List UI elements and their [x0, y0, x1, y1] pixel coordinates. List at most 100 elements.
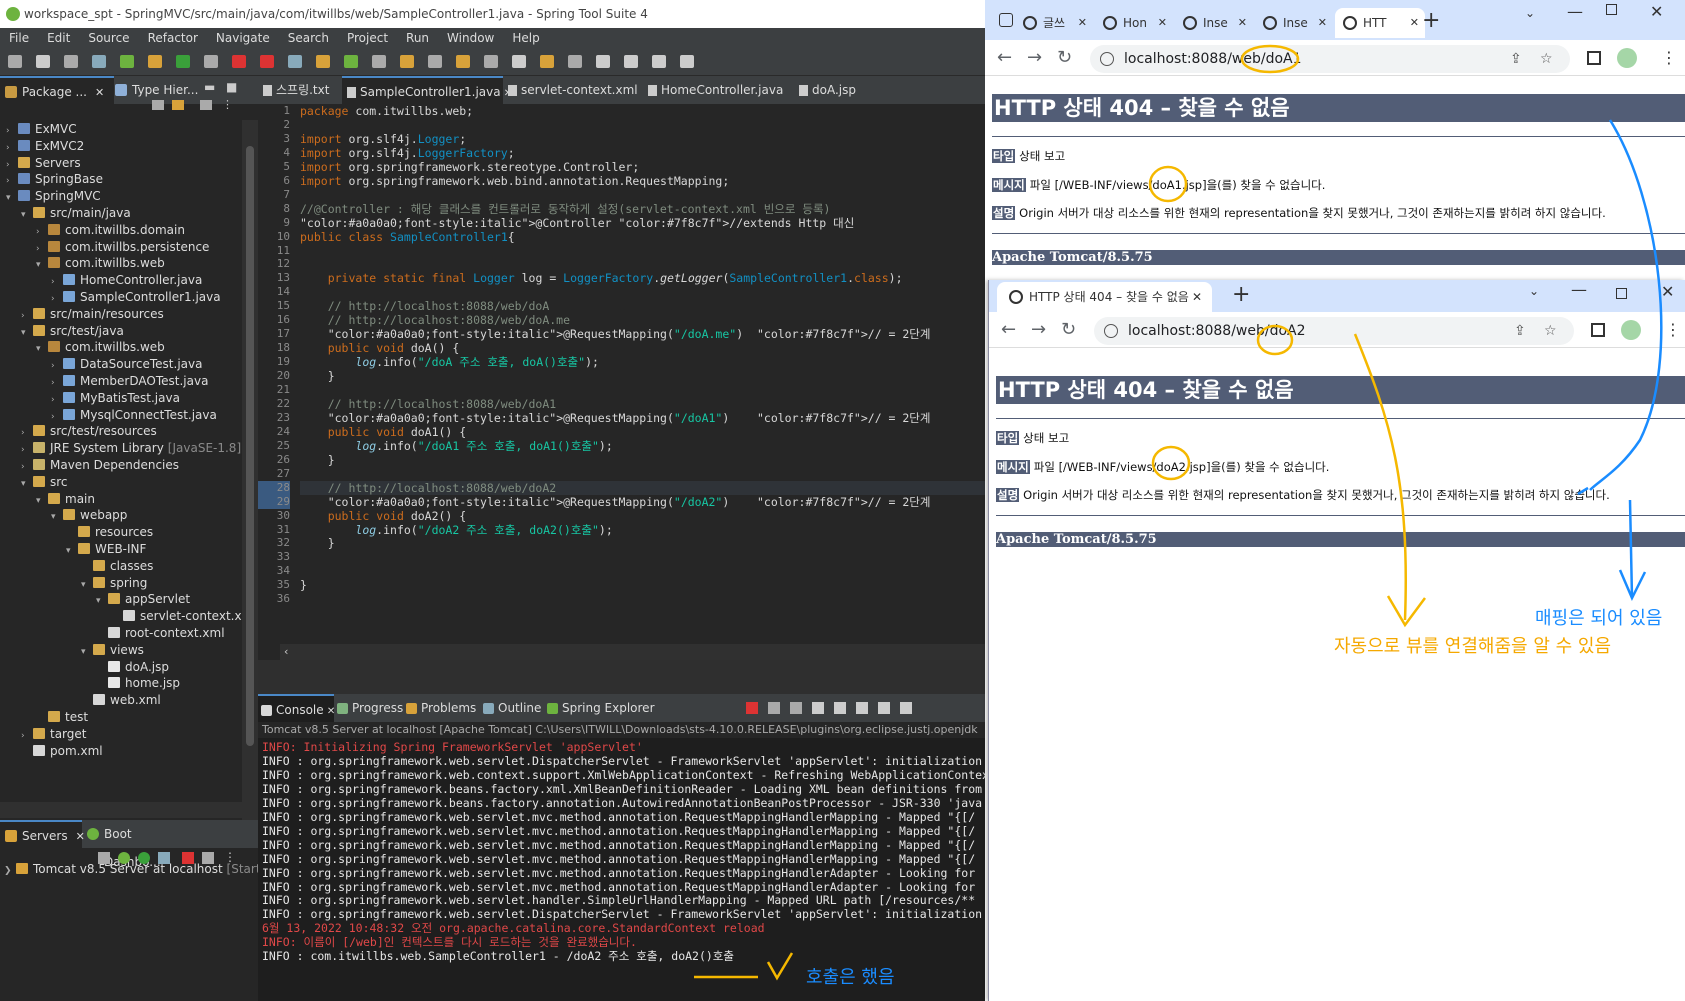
chevron-down-icon[interactable]: ▾: [81, 643, 93, 661]
editor-tab[interactable]: SampleController1.java ✕: [342, 76, 512, 104]
new-tab-icon[interactable]: +: [1232, 282, 1250, 307]
tab-list-icon[interactable]: ⌄: [1525, 6, 1535, 20]
console-toolbar-button[interactable]: [790, 702, 802, 714]
toolbar-button[interactable]: [64, 55, 78, 68]
browser-tab[interactable]: Hon ✕: [1095, 8, 1173, 38]
menu-item[interactable]: Help: [503, 28, 548, 48]
tree-scroll-thumb[interactable]: [246, 146, 254, 746]
chevron-down-icon[interactable]: ▾: [36, 256, 48, 274]
console-tab[interactable]: Progress: [334, 694, 403, 722]
tree-item[interactable]: ▾ spring: [81, 574, 147, 592]
more-menu-icon[interactable]: ⋮: [1661, 48, 1677, 67]
minimize-window-icon[interactable]: —: [1567, 2, 1583, 21]
chevron-down-icon[interactable]: ▾: [21, 324, 33, 342]
tree-item[interactable]: › HomeController.java: [51, 271, 202, 289]
toolbar-button[interactable]: [92, 55, 106, 68]
toolbar-button[interactable]: [484, 55, 498, 68]
toolbar-button[interactable]: [624, 55, 638, 68]
toolbar-button[interactable]: [148, 55, 162, 68]
forward-icon[interactable]: →: [1027, 49, 1042, 67]
toolbar-button[interactable]: [652, 55, 666, 68]
menu-item[interactable]: Navigate: [207, 28, 279, 48]
toolbar-button[interactable]: [36, 55, 50, 68]
tree-item[interactable]: › ExMVC: [6, 120, 77, 138]
code-area[interactable]: package com.itwillbs.web; import org.slf4…: [300, 104, 985, 644]
toolbar-button[interactable]: [204, 55, 218, 68]
tree-item[interactable]: servlet-context.xml: [111, 607, 242, 625]
menu-item[interactable]: Window: [438, 28, 503, 48]
console-toolbar-button[interactable]: [834, 702, 846, 714]
tree-item[interactable]: › SpringBase: [6, 170, 103, 188]
console-toolbar-button[interactable]: [856, 702, 868, 714]
chevron-right-icon[interactable]: ❯: [4, 862, 16, 880]
forward-icon[interactable]: →: [1031, 321, 1046, 339]
menu-item[interactable]: Refactor: [139, 28, 207, 48]
chevron-down-icon[interactable]: ▾: [21, 475, 33, 493]
back-icon[interactable]: ←: [1001, 321, 1016, 339]
close-tab-icon[interactable]: ✕: [1078, 8, 1087, 38]
chevron-down-icon[interactable]: ▾: [21, 206, 33, 224]
close-tab-icon[interactable]: ✕: [1158, 8, 1167, 38]
toolbar-button[interactable]: [372, 55, 386, 68]
back-icon[interactable]: ←: [997, 49, 1012, 67]
editor-tab[interactable]: HomeController.java: [643, 76, 794, 104]
tree-item[interactable]: › Servers: [6, 154, 81, 172]
avatar[interactable]: [1617, 48, 1637, 68]
chevron-down-icon[interactable]: ▾: [6, 189, 18, 207]
menu-item[interactable]: Edit: [38, 28, 79, 48]
avatar[interactable]: [1621, 320, 1641, 340]
address-bar[interactable]: localhost:8088/web/doA1 ⇪ ☆: [1090, 45, 1570, 73]
sidebar-icon[interactable]: [1587, 51, 1601, 65]
toolbar-button[interactable]: [512, 55, 526, 68]
maximize-icon[interactable]: ■: [226, 80, 237, 94]
close-tab-icon[interactable]: ✕: [1410, 8, 1419, 38]
editor-tab[interactable]: doA.jsp: [794, 76, 874, 104]
tree-item[interactable]: ▾ com.itwillbs.web: [36, 254, 165, 272]
toolbar-button[interactable]: [260, 55, 274, 68]
minimize-icon[interactable]: ▬: [204, 80, 215, 94]
tree-item[interactable]: › MysqlConnectTest.java: [51, 406, 217, 424]
chevron-down-icon[interactable]: ▾: [51, 508, 63, 526]
tree-item[interactable]: › JRE System Library [JavaSE-1.8]: [21, 439, 241, 457]
share-icon[interactable]: ⇪: [1510, 45, 1522, 73]
tree-item[interactable]: › src/main/resources: [21, 305, 164, 323]
tree-item[interactable]: ▾ WEB-INF: [66, 540, 146, 558]
site-info-icon[interactable]: [1104, 324, 1118, 338]
toolbar-button[interactable]: [176, 55, 190, 68]
tree-item[interactable]: ▾ appServlet: [96, 590, 190, 608]
toolbar-button[interactable]: [8, 55, 22, 68]
tree-item[interactable]: ▾ com.itwillbs.web: [36, 338, 165, 356]
server-item[interactable]: ❯ Tomcat v8.5 Server at localhost [Starte…: [4, 860, 276, 878]
browser-tab-active[interactable]: HTTP 상태 404 – 찾을 수 없음 ✕: [997, 282, 1212, 312]
chevron-down-icon[interactable]: ▾: [36, 492, 48, 510]
toolbar-button[interactable]: [568, 55, 582, 68]
tree-item[interactable]: › com.itwillbs.persistence: [36, 238, 209, 256]
tree-hscrollbar[interactable]: [0, 802, 242, 818]
sidebar-icon[interactable]: [1591, 323, 1605, 337]
console-toolbar-button[interactable]: [900, 702, 912, 714]
maximize-window-icon[interactable]: [1606, 4, 1617, 15]
toolbar-button[interactable]: [456, 55, 470, 68]
tab-package-explorer[interactable]: Package ... ✕: [0, 76, 114, 104]
menu-item[interactable]: Run: [397, 28, 438, 48]
bookmark-star-icon[interactable]: ☆: [1544, 317, 1557, 345]
browser-tab[interactable]: 글쓰 ✕: [1015, 8, 1093, 38]
chevron-left-icon[interactable]: ‹: [284, 645, 288, 658]
maximize-window-icon[interactable]: [1616, 288, 1627, 299]
console-tab[interactable]: Problems: [403, 694, 480, 722]
tree-item[interactable]: › src/test/resources: [21, 422, 157, 440]
console-toolbar-button[interactable]: [746, 702, 758, 714]
close-tab-icon[interactable]: ✕: [1238, 8, 1247, 38]
close-window-icon[interactable]: ✕: [1661, 282, 1674, 301]
tree-item[interactable]: home.jsp: [96, 674, 180, 692]
tree-item[interactable]: pom.xml: [21, 742, 103, 760]
tree-item[interactable]: web.xml: [81, 691, 161, 709]
tree-item[interactable]: › DataSourceTest.java: [51, 355, 202, 373]
toolbar-button[interactable]: [680, 55, 694, 68]
console-toolbar-button[interactable]: [768, 702, 780, 714]
site-info-icon[interactable]: [1100, 52, 1114, 66]
browser-tab[interactable]: Inse ✕: [1175, 8, 1253, 38]
tab-search-icon[interactable]: [999, 13, 1013, 27]
browser-tab[interactable]: HTT ✕: [1335, 8, 1425, 38]
tree-item[interactable]: ▾ views: [81, 641, 144, 659]
